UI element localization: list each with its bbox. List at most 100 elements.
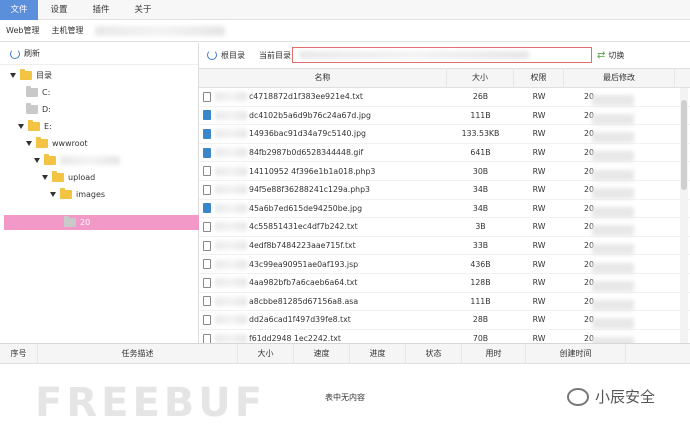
tree-node-drive-d[interactable]: D:: [26, 102, 51, 116]
task-header-duration[interactable]: 用时: [462, 343, 526, 364]
root-dir-button[interactable]: 根目录: [221, 50, 245, 61]
file-modified-time: 20: [564, 204, 675, 218]
file-name-cell: c4718872d1f383ee921e4.txt: [199, 91, 447, 102]
folder-icon: [20, 68, 32, 80]
file-row[interactable]: 94f5e88f36288241c129a.php3 34B RW 20: [199, 181, 690, 200]
tree-node-label: 目录: [36, 70, 52, 80]
redacted-time: [592, 95, 634, 107]
file-name: 43c99ea90951ae0af193.jsp: [249, 259, 359, 269]
tree-node-images[interactable]: images: [50, 187, 105, 201]
tab-host-manage[interactable]: 主机管理: [45, 20, 89, 42]
file-permission: RW: [532, 110, 546, 120]
tree-node-drive-e[interactable]: E:: [18, 119, 52, 133]
file-name: 84fb2987b0d6528344448.gif: [249, 148, 364, 158]
redacted-folder-name: [60, 155, 120, 165]
header-name[interactable]: 名称: [199, 68, 447, 88]
file-name: dc4102b5a6d9b76c24a67d.jpg: [249, 110, 371, 120]
redacted-name-prefix: [215, 315, 247, 325]
expand-arrow-icon: [50, 191, 56, 197]
file-list-panel: 根目录 当前目录: ⇄ 切换 名称 大小 权限 最后修改 c4718872d1f…: [199, 43, 690, 349]
task-header-status[interactable]: 状态: [406, 343, 462, 364]
tree-node-label: E:: [44, 121, 52, 131]
task-header-created[interactable]: 创建时间: [526, 343, 626, 364]
vertical-scrollbar[interactable]: [680, 88, 688, 343]
redacted-name-prefix: [215, 296, 247, 306]
file-name: c4718872d1f383ee921e4.txt: [249, 92, 363, 102]
text-file-icon: [203, 259, 211, 270]
file-size: 26B: [472, 92, 489, 102]
redacted-name-prefix: [215, 92, 247, 102]
file-modified-time: 20: [564, 297, 675, 311]
menu-bar: 文件 设置 插件 关于: [0, 0, 690, 20]
text-file-icon: [203, 314, 211, 325]
refresh-icon: [10, 48, 20, 59]
file-size: 28B: [472, 315, 489, 325]
file-size: 34B: [472, 203, 489, 213]
file-modified-time: 20: [564, 260, 675, 274]
file-row[interactable]: 84fb2987b0d6528344448.gif 641B RW 20: [199, 144, 690, 163]
tree-selected-highlight: [4, 215, 199, 230]
expand-arrow-icon: [10, 72, 16, 78]
header-perm[interactable]: 权限: [514, 68, 564, 88]
file-row[interactable]: 4edf8b7484223aae715f.txt 33B RW 20: [199, 237, 690, 256]
redacted-time: [592, 244, 634, 256]
file-row[interactable]: 14936bac91d34a79c5140.jpg 133.53KB RW 20: [199, 125, 690, 144]
redacted-name-prefix: [215, 222, 247, 232]
redacted-time: [592, 262, 634, 274]
file-size: 128B: [470, 278, 491, 288]
menu-plugins[interactable]: 插件: [80, 0, 122, 20]
menu-settings[interactable]: 设置: [38, 0, 80, 20]
expand-arrow-icon: [18, 123, 24, 129]
switch-button[interactable]: ⇄ 切换: [597, 47, 624, 63]
file-row[interactable]: 14110952 4f396e1b1a018.php3 30B RW 20: [199, 162, 690, 181]
tree-node-root[interactable]: 目录: [10, 68, 52, 82]
tree-node-redacted[interactable]: [34, 153, 120, 167]
file-row[interactable]: 43c99ea90951ae0af193.jsp 436B RW 20: [199, 255, 690, 274]
wechat-watermark: 小辰安全: [567, 386, 655, 407]
folder-icon: [52, 170, 64, 182]
scroll-thumb[interactable]: [681, 100, 687, 190]
file-permission: RW: [532, 166, 546, 176]
tree-node-label: 20: [80, 217, 91, 227]
file-size: 3B: [475, 222, 486, 232]
file-name: 4c55851431ec4df7b242.txt: [249, 222, 358, 232]
expand-arrow-icon: [34, 157, 40, 163]
folder-icon: [64, 215, 76, 227]
file-row[interactable]: a8cbbe81285d67156a8.asa 111B RW 20: [199, 293, 690, 312]
file-row[interactable]: dd2a6cad1f497d39fe8.txt 28B RW 20: [199, 311, 690, 330]
file-modified-time: 20: [564, 185, 675, 200]
task-header-desc[interactable]: 任务描述: [38, 343, 238, 364]
expand-arrow-icon: [26, 140, 32, 146]
file-rows: c4718872d1f383ee921e4.txt 26B RW 20 dc4102b5…: [199, 88, 690, 349]
tree-node-upload[interactable]: upload: [42, 170, 95, 184]
header-size[interactable]: 大小: [447, 68, 514, 88]
header-time[interactable]: 最后修改: [564, 68, 675, 88]
file-row[interactable]: dc4102b5a6d9b76c24a67d.jpg 111B RW 20: [199, 107, 690, 126]
tab-web-manage[interactable]: Web管理: [0, 20, 45, 42]
file-name-cell: 84fb2987b0d6528344448.gif: [199, 147, 447, 158]
tabs-row: Web管理 主机管理: [0, 20, 690, 42]
file-row[interactable]: 4aa982bfb7a6caeb6a64.txt 128B RW 20: [199, 274, 690, 293]
file-row[interactable]: c4718872d1f383ee921e4.txt 26B RW 20: [199, 88, 690, 107]
file-row[interactable]: 4c55851431ec4df7b242.txt 3B RW 20: [199, 218, 690, 237]
tree-node-selected[interactable]: 20: [64, 215, 90, 229]
menu-about[interactable]: 关于: [122, 0, 164, 20]
file-row[interactable]: 45a6b7ed615de94250be.jpg 34B RW 20: [199, 200, 690, 219]
tree-node-wwwroot[interactable]: wwwroot: [26, 136, 88, 150]
folder-icon: [60, 187, 72, 199]
image-file-icon: [203, 110, 211, 121]
redacted-name-prefix: [215, 110, 247, 120]
file-size: 34B: [472, 185, 489, 195]
redacted-tab-area: [95, 25, 226, 36]
tree-node-label: upload: [68, 172, 96, 182]
text-file-icon: [203, 240, 211, 251]
menu-file[interactable]: 文件: [0, 0, 38, 20]
tree-node-drive-c[interactable]: C:: [26, 85, 50, 99]
task-header-index[interactable]: 序号: [0, 343, 38, 364]
refresh-button[interactable]: 刷新: [24, 48, 40, 59]
task-header-speed[interactable]: 速度: [294, 343, 350, 364]
file-modified-time: 20: [564, 334, 675, 349]
file-size: 436B: [470, 259, 491, 269]
task-header-progress[interactable]: 进度: [350, 343, 406, 364]
task-header-size[interactable]: 大小: [238, 343, 294, 364]
